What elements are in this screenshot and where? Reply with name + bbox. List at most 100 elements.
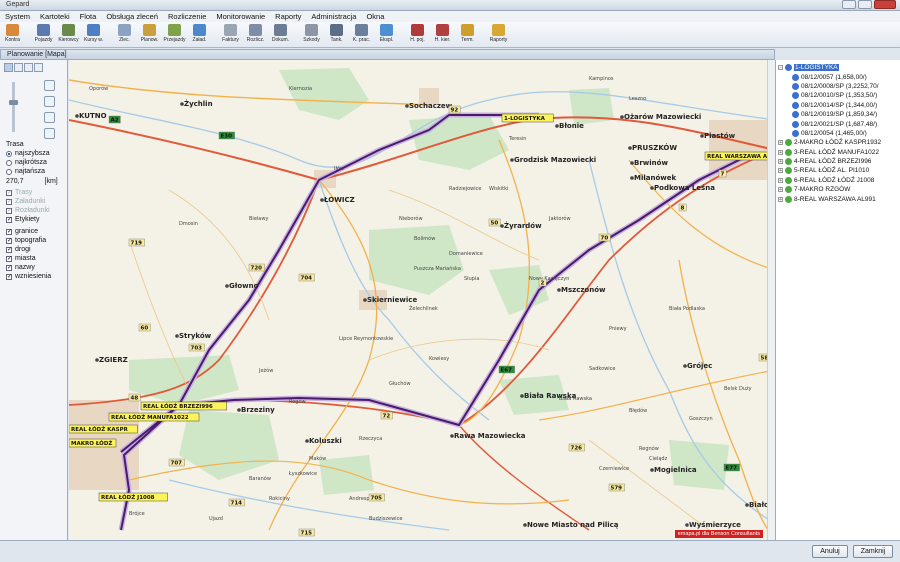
- map-layer-granice[interactable]: ✓ granice: [6, 227, 51, 236]
- tree-stop[interactable]: +8-REAL WARSZAWA AL991: [778, 194, 898, 203]
- toolbar-button-loading[interactable]: Załad.: [187, 22, 212, 48]
- radio-shortest[interactable]: [6, 159, 12, 166]
- toolbar-button-fuel[interactable]: Tank.: [324, 22, 349, 48]
- expand-toggle-icon[interactable]: +: [778, 140, 783, 146]
- tree-order[interactable]: 08/12/0019/SP (1,859,34/): [778, 110, 898, 119]
- village-label: Puszcza Mariańska: [414, 265, 461, 272]
- minimize-button[interactable]: [842, 0, 856, 9]
- tree-order[interactable]: 08/12/0008/SP (3,2252,70/: [778, 82, 898, 91]
- tree-order[interactable]: 08/12/0010/SP (1,353,50/): [778, 91, 898, 100]
- map-view[interactable]: KUTNO Żychlin Sochaczew Błonie Ożarów Mazowi…: [69, 60, 775, 540]
- expand-toggle-icon[interactable]: +: [778, 149, 783, 155]
- expand-toggle-icon[interactable]: +: [778, 159, 783, 165]
- checkbox[interactable]: ✓: [6, 189, 12, 196]
- tree-order[interactable]: 08/12/0014/SP (1,344,00/): [778, 101, 898, 110]
- layer-trasy[interactable]: ✓ Trasy: [6, 188, 50, 197]
- zoom-level-3-icon[interactable]: [44, 112, 55, 123]
- toolbar-button-damage[interactable]: Szkody: [299, 22, 324, 48]
- zoom-slider[interactable]: [9, 82, 18, 132]
- expand-toggle-icon[interactable]: +: [778, 196, 783, 202]
- tree-stop[interactable]: +2-MAKRO ŁÓDŹ KASPR1932: [778, 138, 898, 147]
- map-layer-nazwy[interactable]: ✓ nazwy: [6, 263, 51, 272]
- checkbox[interactable]: ✓: [6, 207, 12, 214]
- toolbar-button-driver[interactable]: Kierowcy: [56, 22, 81, 48]
- expand-toggle-icon[interactable]: −: [778, 65, 783, 71]
- menu-rozliczenie[interactable]: Rozliczenie: [163, 11, 211, 22]
- toolbar-button-settlement[interactable]: Rozlicz.: [243, 22, 268, 48]
- zoom-level-1-icon[interactable]: [44, 80, 55, 91]
- tree-order[interactable]: 08/12/0021/SP (1,687,48/): [778, 119, 898, 128]
- toolbar-button-reports[interactable]: Raporty: [486, 22, 511, 48]
- close-button[interactable]: Zamknij: [853, 545, 893, 558]
- route-option-shortest[interactable]: najkrótsza: [6, 158, 58, 167]
- toolbar-button-work-card[interactable]: K. prac.: [349, 22, 374, 48]
- route-option-cheapest[interactable]: najtańsza: [6, 167, 58, 176]
- toolbar-button-contractor[interactable]: Kontra: [0, 22, 25, 48]
- toolbar-button-order[interactable]: Zlec.: [112, 22, 137, 48]
- pan-tool-icon[interactable]: [34, 63, 43, 72]
- menu-monitorowanie[interactable]: Monitorowanie: [211, 11, 270, 22]
- toolbar-button-routes[interactable]: Kursy w.: [81, 22, 106, 48]
- map-layer-topografia[interactable]: ✓ topografia: [6, 236, 51, 245]
- toolbar-button-vehicle-history[interactable]: H. poj.: [405, 22, 430, 48]
- checkbox[interactable]: ✓: [6, 255, 12, 262]
- road-number: 714: [231, 501, 243, 507]
- menu-raporty[interactable]: Raporty: [270, 11, 306, 22]
- checkbox[interactable]: ✓: [6, 237, 12, 244]
- menu-obsluga-zlecen[interactable]: Obsługa zleceń: [101, 11, 163, 22]
- expand-toggle-icon[interactable]: +: [778, 168, 783, 174]
- route-option-fastest[interactable]: najszybsza: [6, 149, 58, 158]
- toolbar-button-trips[interactable]: Przejazdy: [162, 22, 187, 48]
- tree-stop[interactable]: +6-REAL ŁÓDŹ ŁÓDŹ J1008: [778, 176, 898, 185]
- toolbar-button-document[interactable]: Dokum.: [268, 22, 293, 48]
- checkbox[interactable]: ✓: [6, 273, 12, 280]
- checkbox[interactable]: ✓: [6, 246, 12, 253]
- zoom-slider-handle[interactable]: [9, 100, 18, 105]
- map-layer-drogi[interactable]: ✓ drogi: [6, 245, 51, 254]
- tree-stop[interactable]: +5-REAL ŁÓDŹ AL. PI1010: [778, 166, 898, 175]
- tree-stop[interactable]: +3-REAL ŁÓDŹ MANUFA1022: [778, 148, 898, 157]
- location-pin-icon: [785, 195, 792, 203]
- toolbar-button-truck[interactable]: Pojazdy: [31, 22, 56, 48]
- layer-etykiety[interactable]: ✓ Etykiety: [6, 215, 50, 224]
- layer-rozladunki[interactable]: ✓ Rozładunki: [6, 206, 50, 215]
- driver-icon: [62, 24, 75, 36]
- toolbar-button-planning[interactable]: Planow.: [137, 22, 162, 48]
- zoom-out-tool-icon[interactable]: [24, 63, 33, 72]
- toolbar-button-calendar[interactable]: Term.: [455, 22, 480, 48]
- checkbox[interactable]: ✓: [6, 216, 12, 223]
- map-vertical-scrollbar[interactable]: [767, 60, 775, 540]
- menu-flota[interactable]: Flota: [75, 11, 102, 22]
- pointer-tool-icon[interactable]: [4, 63, 13, 72]
- tree-stop[interactable]: +4-REAL ŁÓDŹ BRZEZI996: [778, 157, 898, 166]
- zoom-level-2-icon[interactable]: [44, 96, 55, 107]
- expand-toggle-icon[interactable]: +: [778, 187, 783, 193]
- map-layer-miasta[interactable]: ✓ miasta: [6, 254, 51, 263]
- expand-toggle-icon[interactable]: +: [778, 177, 783, 183]
- checkbox[interactable]: ✓: [6, 228, 12, 235]
- zoom-in-tool-icon[interactable]: [14, 63, 23, 72]
- tree-stop[interactable]: +7-MAKRO RZGÓW: [778, 185, 898, 194]
- route-tree: −1-LOGISTYKA 08/12/0057 (1,658,00/) 08/12/…: [776, 60, 900, 204]
- checkbox[interactable]: ✓: [6, 198, 12, 205]
- toolbar-button-driver-history[interactable]: H. kier.: [430, 22, 455, 48]
- radio-cheapest[interactable]: [6, 168, 12, 175]
- layer-zaladunki[interactable]: ✓ Załadunki: [6, 197, 50, 206]
- menu-administracja[interactable]: Administracja: [306, 11, 361, 22]
- map-layer-wzniesienia[interactable]: ✓ wzniesienia: [6, 272, 51, 281]
- cancel-button[interactable]: Anuluj: [812, 545, 848, 558]
- radio-fastest[interactable]: [6, 150, 12, 157]
- tree-order[interactable]: 08/12/0054 (1,465,00/): [778, 129, 898, 138]
- toolbar-button-exploit[interactable]: Ekspl.: [374, 22, 399, 48]
- map-canvas[interactable]: KUTNO Żychlin Sochaczew Błonie Ożarów Mazowi…: [69, 60, 775, 540]
- close-window-button[interactable]: [874, 0, 896, 9]
- menu-kartoteki[interactable]: Kartoteki: [35, 11, 75, 22]
- zoom-level-4-icon[interactable]: [44, 128, 55, 139]
- tree-order[interactable]: 08/12/0057 (1,658,00/): [778, 72, 898, 81]
- maximize-button[interactable]: [858, 0, 872, 9]
- checkbox[interactable]: ✓: [6, 264, 12, 271]
- menu-okna[interactable]: Okna: [361, 11, 389, 22]
- tree-root[interactable]: − 1-LOGISTYKA: [778, 63, 898, 72]
- menu-system[interactable]: System: [0, 11, 35, 22]
- toolbar-button-invoice[interactable]: Faktury: [218, 22, 243, 48]
